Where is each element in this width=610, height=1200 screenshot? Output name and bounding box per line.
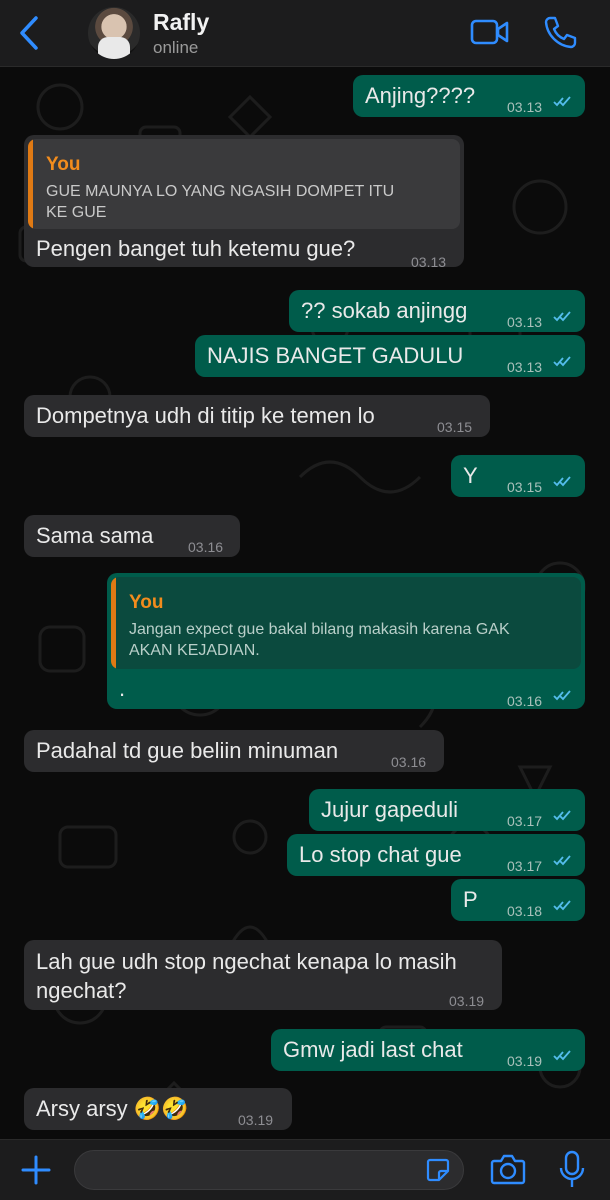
quote-accent-bar: [28, 139, 33, 229]
message-text: Pengen banget tuh ketemu gue?: [36, 236, 356, 261]
message-time: 03.16: [507, 693, 543, 709]
microphone-icon[interactable]: [558, 1150, 586, 1190]
outgoing-message[interactable]: Lo stop chat gue 03.17: [287, 834, 585, 876]
message-time: 03.15: [437, 419, 473, 435]
video-camera-icon[interactable]: [470, 14, 510, 50]
outgoing-message[interactable]: You Jangan expect gue bakal bilang makas…: [107, 573, 585, 709]
outgoing-message[interactable]: P 03.18: [451, 879, 585, 921]
message-text: Y: [463, 463, 478, 488]
message-time: 03.18: [507, 903, 543, 919]
quote-text: Jangan expect gue bakal bilang makasih k…: [129, 621, 510, 659]
message-list[interactable]: Anjing???? 03.13 You GUE MAUNYA LO YANG …: [0, 67, 610, 1139]
read-receipt-icon: [553, 855, 571, 866]
message-text: .: [119, 676, 126, 701]
read-receipt-icon: [553, 311, 571, 322]
read-receipt-icon: [553, 810, 571, 821]
sticker-icon[interactable]: [425, 1157, 451, 1183]
outgoing-message[interactable]: ?? sokab anjingg 03.13: [289, 290, 585, 332]
composer-bar: [0, 1139, 610, 1200]
incoming-message[interactable]: Dompetnya udh di titip ke temen lo 03.15: [24, 395, 490, 437]
message-time: 03.13: [507, 99, 543, 115]
contact-status: online: [153, 38, 199, 57]
chat-header: Rafly online: [0, 0, 610, 67]
outgoing-message[interactable]: Jujur gapeduli 03.17: [309, 789, 585, 831]
message-text: Anjing????: [365, 83, 476, 108]
message-time: 03.16: [391, 754, 427, 770]
quote-sender: You: [46, 154, 81, 175]
quote-sender: You: [129, 592, 164, 613]
read-receipt-icon: [553, 690, 571, 701]
read-receipt-icon: [553, 356, 571, 367]
quoted-reply[interactable]: You GUE MAUNYA LO YANG NGASIH DOMPET ITU…: [28, 139, 460, 229]
message-time: 03.17: [507, 813, 543, 829]
message-text: Gmw jadi last chat: [283, 1037, 463, 1062]
message-text: Arsy arsy 🤣🤣: [36, 1096, 189, 1121]
message-time: 03.19: [507, 1053, 543, 1069]
message-time: 03.19: [449, 993, 485, 1009]
incoming-message[interactable]: Padahal td gue beliin minuman 03.16: [24, 730, 444, 772]
contact-name[interactable]: Rafly: [153, 9, 209, 36]
message-text: Dompetnya udh di titip ke temen lo: [36, 403, 375, 428]
message-text: NAJIS BANGET GADULU: [207, 343, 464, 368]
message-time: 03.13: [507, 359, 543, 375]
read-receipt-icon: [553, 476, 571, 487]
incoming-message[interactable]: Arsy arsy 🤣🤣 03.19: [24, 1088, 292, 1130]
contact-avatar[interactable]: [88, 7, 140, 59]
quote-text: GUE MAUNYA LO YANG NGASIH DOMPET ITU KE …: [46, 183, 395, 221]
quote-accent-bar: [111, 577, 116, 669]
message-time: 03.17: [507, 858, 543, 874]
outgoing-message[interactable]: Y 03.15: [451, 455, 585, 497]
incoming-message[interactable]: Lah gue udh stop ngechat kenapa lo masih…: [24, 940, 502, 1010]
phone-icon[interactable]: [542, 14, 578, 50]
message-text: Padahal td gue beliin minuman: [36, 738, 339, 763]
back-chevron-icon[interactable]: [14, 14, 44, 52]
message-text: Jujur gapeduli: [321, 797, 458, 822]
message-input[interactable]: [74, 1150, 464, 1190]
message-time: 03.19: [238, 1112, 274, 1128]
outgoing-message[interactable]: Gmw jadi last chat 03.19: [271, 1029, 585, 1071]
read-receipt-icon: [553, 1050, 571, 1061]
incoming-message[interactable]: You GUE MAUNYA LO YANG NGASIH DOMPET ITU…: [24, 135, 464, 270]
outgoing-message[interactable]: NAJIS BANGET GADULU 03.13: [195, 335, 585, 377]
message-time: 03.16: [188, 539, 224, 555]
message-text: ?? sokab anjingg: [301, 298, 468, 323]
quoted-reply[interactable]: You Jangan expect gue bakal bilang makas…: [111, 577, 581, 669]
read-receipt-icon: [553, 900, 571, 911]
message-time: 03.13: [411, 254, 447, 270]
message-text: Lo stop chat gue: [299, 842, 462, 867]
plus-icon[interactable]: [20, 1154, 52, 1186]
camera-icon[interactable]: [490, 1152, 526, 1186]
read-receipt-icon: [553, 96, 571, 107]
message-time: 03.15: [507, 479, 543, 495]
message-text: P: [463, 887, 478, 912]
incoming-message[interactable]: Sama sama 03.16: [24, 515, 240, 557]
message-time: 03.13: [507, 314, 543, 330]
message-text: Lah gue udh stop ngechat kenapa lo masih…: [36, 949, 457, 1003]
message-text: Sama sama: [36, 523, 154, 548]
outgoing-message[interactable]: Anjing???? 03.13: [353, 75, 585, 117]
